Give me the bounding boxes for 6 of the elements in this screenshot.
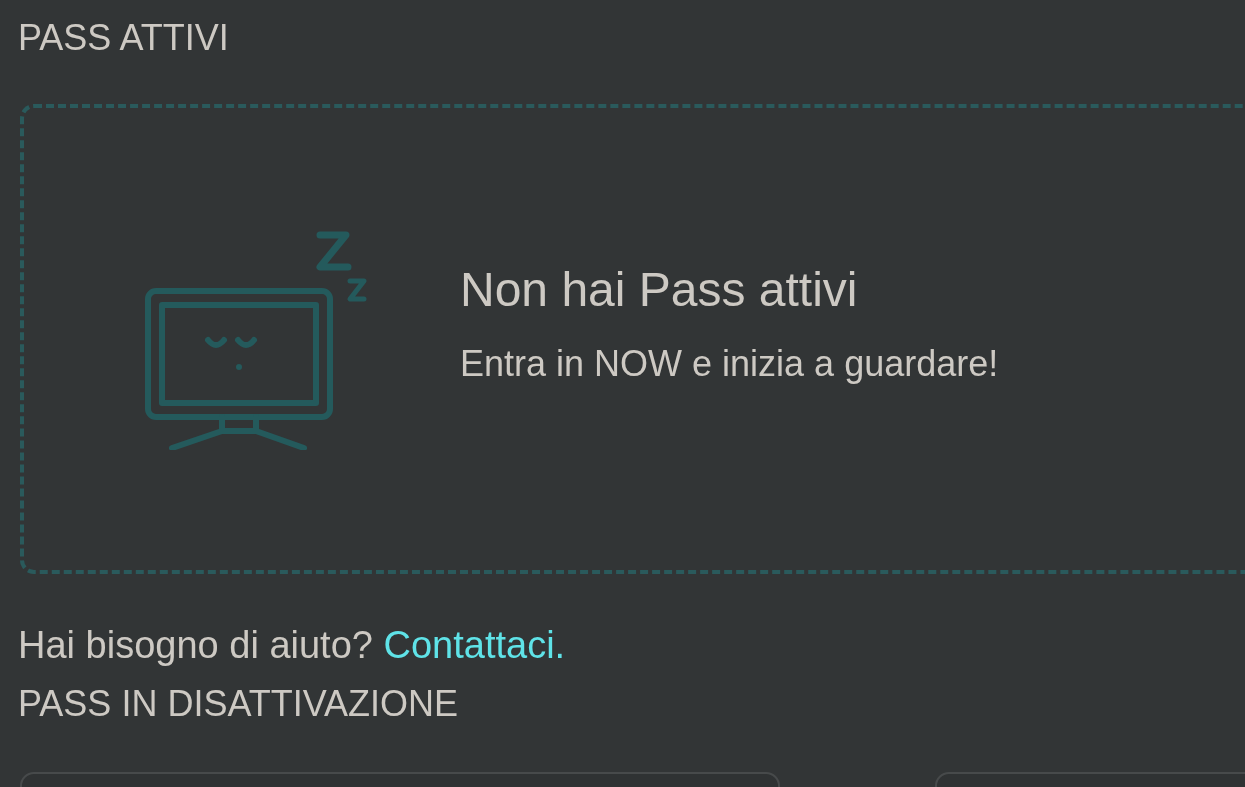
section-title: PASS ATTIVI: [18, 16, 229, 56]
section-title: PASS IN DISATTIVAZIONE: [18, 686, 459, 722]
empty-state-heading: Non hai Pass attivi: [460, 266, 859, 314]
help-text: Hai bisogno di aiuto? Contattaci.: [18, 626, 566, 664]
contact-link[interactable]: Contattaci.: [383, 624, 566, 666]
empty-state-message: Entra in NOW e inizia a guardare!: [460, 346, 999, 382]
